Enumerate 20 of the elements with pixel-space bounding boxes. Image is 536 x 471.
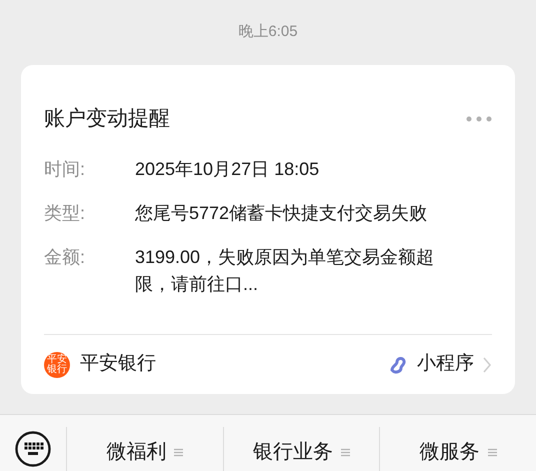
field-label: 类型: — [44, 202, 86, 225]
field-value: 您尾号5772储蓄卡快捷支付交易失败 — [135, 202, 428, 225]
field-label: 时间: — [44, 158, 86, 181]
account-name: 平安银行 — [80, 352, 156, 376]
logo-text: 银行 — [47, 364, 67, 374]
field-value: 2025年10月27日 18:05 — [135, 158, 320, 181]
mini-program-link[interactable]: 小程序 — [417, 350, 474, 379]
menu-icon — [341, 448, 350, 456]
field-value: 3199.00，失败原因为单笔交易金额超限，请前往口... — [135, 246, 436, 296]
menu-tab[interactable]: 微服务 — [420, 437, 497, 467]
card-title: 账户变动提醒 — [44, 106, 170, 132]
menu-icon — [488, 448, 497, 456]
chevron-right-icon — [482, 356, 492, 374]
field-label: 金额: — [44, 246, 86, 269]
menu-tab[interactable]: 银行业务 — [253, 437, 350, 467]
menu-icon — [174, 448, 184, 456]
menu-tab[interactable]: 微福利 — [106, 437, 184, 467]
keyboard-icon[interactable] — [15, 431, 51, 467]
timestamp: 晚上6:05 — [238, 22, 298, 42]
logo-text: 平安 — [47, 354, 67, 364]
